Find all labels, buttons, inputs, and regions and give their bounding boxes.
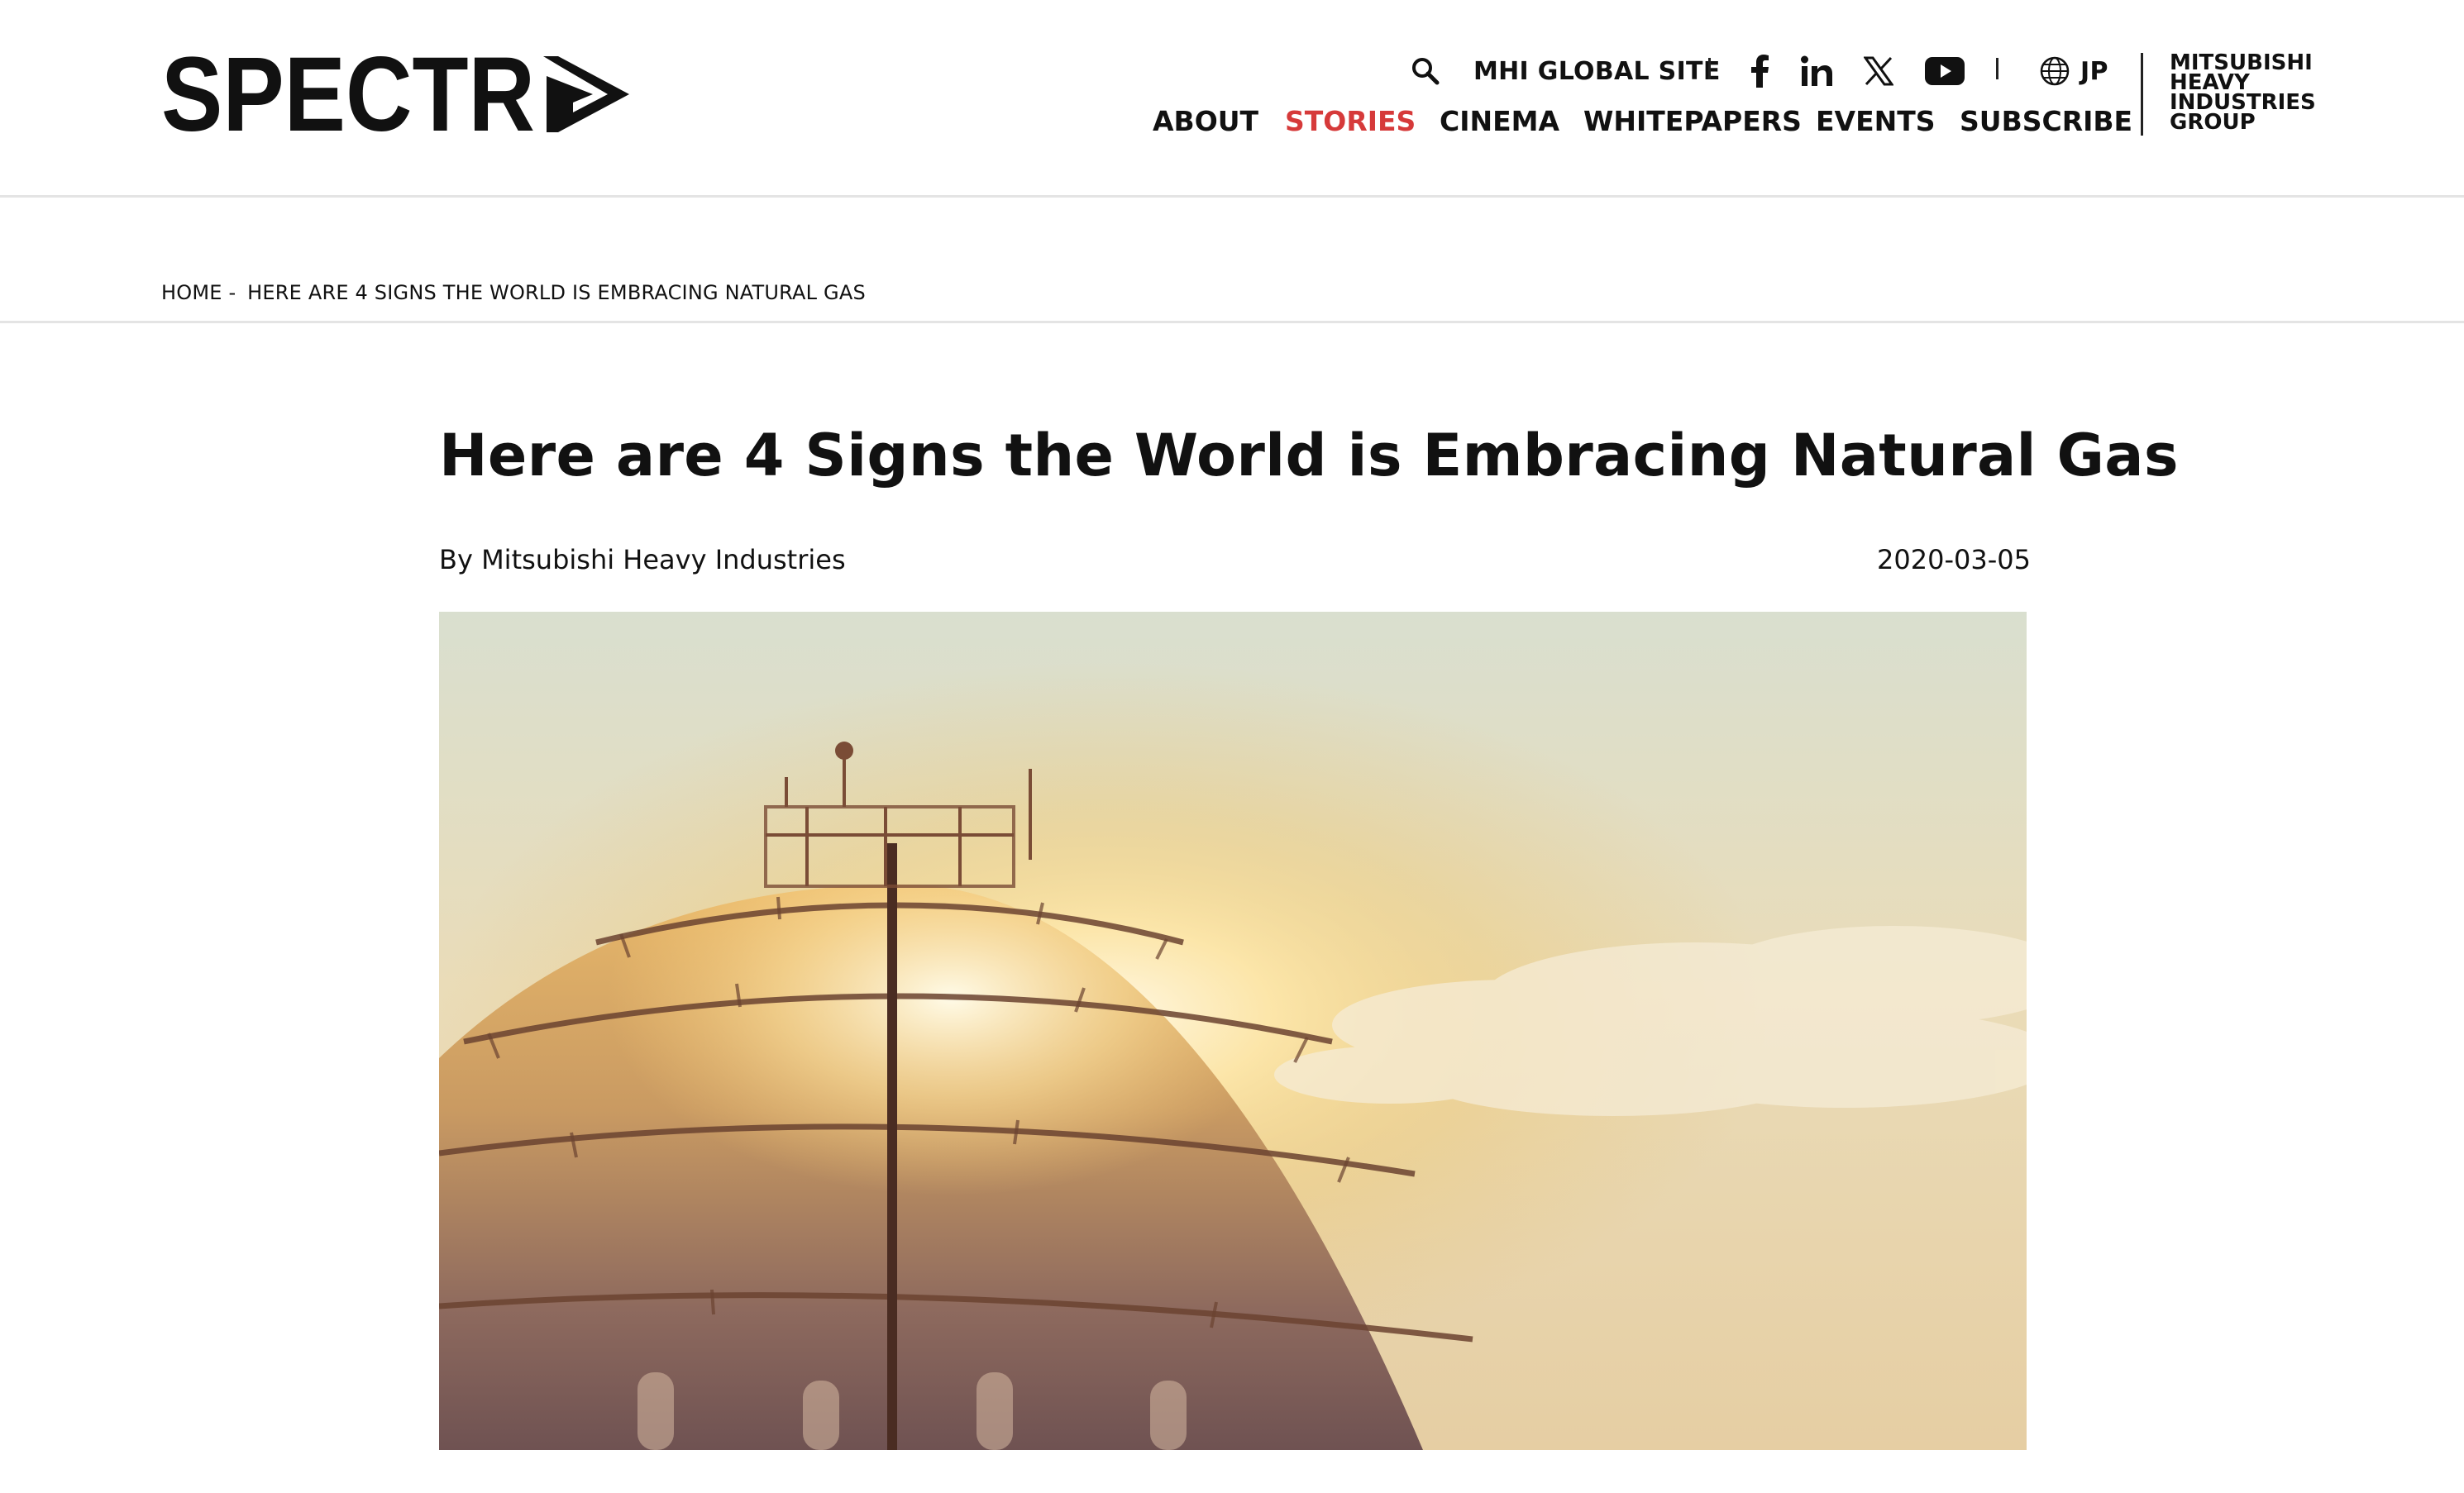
breadcrumb: HOME - HERE ARE 4 SIGNS THE WORLD IS EMB…: [161, 281, 866, 304]
youtube-icon[interactable]: [1925, 53, 1965, 89]
utility-separator: [1996, 58, 1998, 79]
breadcrumb-divider: [0, 321, 2464, 323]
nav-subscribe[interactable]: SUBSCRIBE: [1960, 99, 2132, 142]
nav-about[interactable]: ABOUT: [1153, 99, 1258, 142]
site-header: SPECTR MHI GLOBAL SITE JP ABOUT STORIES …: [0, 0, 2464, 198]
utility-separator: [1708, 58, 1711, 79]
article-title: Here are 4 Signs the World is Embracing …: [439, 421, 2179, 489]
nav-events[interactable]: EVENTS: [1816, 99, 1936, 142]
article-byline: By Mitsubishi Heavy Industries: [439, 544, 846, 575]
article-date: 2020-03-05: [1877, 544, 2031, 575]
mhi-line: GROUP: [2170, 110, 2256, 135]
nav-label: WHITEPAPERS: [1583, 104, 1802, 137]
nav-label: SUBSCRIBE: [1960, 104, 2133, 137]
nav-cinema[interactable]: CINEMA: [1440, 99, 1559, 142]
facebook-icon[interactable]: [1751, 53, 1769, 89]
nav-whitepapers[interactable]: WHITEPAPERS: [1583, 99, 1802, 142]
mhi-group-logo[interactable]: MITSUBISHI HEAVY INDUSTRIES GROUP: [2170, 52, 2327, 135]
nav-label: CINEMA: [1440, 104, 1560, 137]
nav-label: STORIES: [1285, 104, 1416, 137]
svg-text:SPECTR: SPECTR: [161, 51, 535, 137]
nav-label: ABOUT: [1153, 104, 1259, 137]
search-icon[interactable]: [1411, 53, 1440, 89]
linkedin-icon[interactable]: [1801, 53, 1832, 89]
mhi-global-site-label: MHI GLOBAL SITE: [1473, 56, 1721, 86]
language-label: JP: [2080, 56, 2108, 86]
hero-image: [439, 612, 2027, 1450]
language-switcher[interactable]: JP: [2039, 53, 2108, 89]
nav-label: EVENTS: [1816, 104, 1936, 137]
nav-stories[interactable]: STORIES: [1285, 99, 1416, 142]
spectra-logo[interactable]: SPECTR: [161, 51, 631, 137]
mhi-global-site-link[interactable]: MHI GLOBAL SITE: [1473, 53, 1721, 89]
breadcrumb-separator: -: [222, 281, 243, 304]
globe-icon: [2039, 55, 2070, 87]
header-divider: [2141, 53, 2143, 136]
x-icon[interactable]: [1864, 53, 1893, 89]
breadcrumb-current: HERE ARE 4 SIGNS THE WORLD IS EMBRACING …: [247, 281, 866, 304]
breadcrumb-home[interactable]: HOME: [161, 281, 222, 304]
